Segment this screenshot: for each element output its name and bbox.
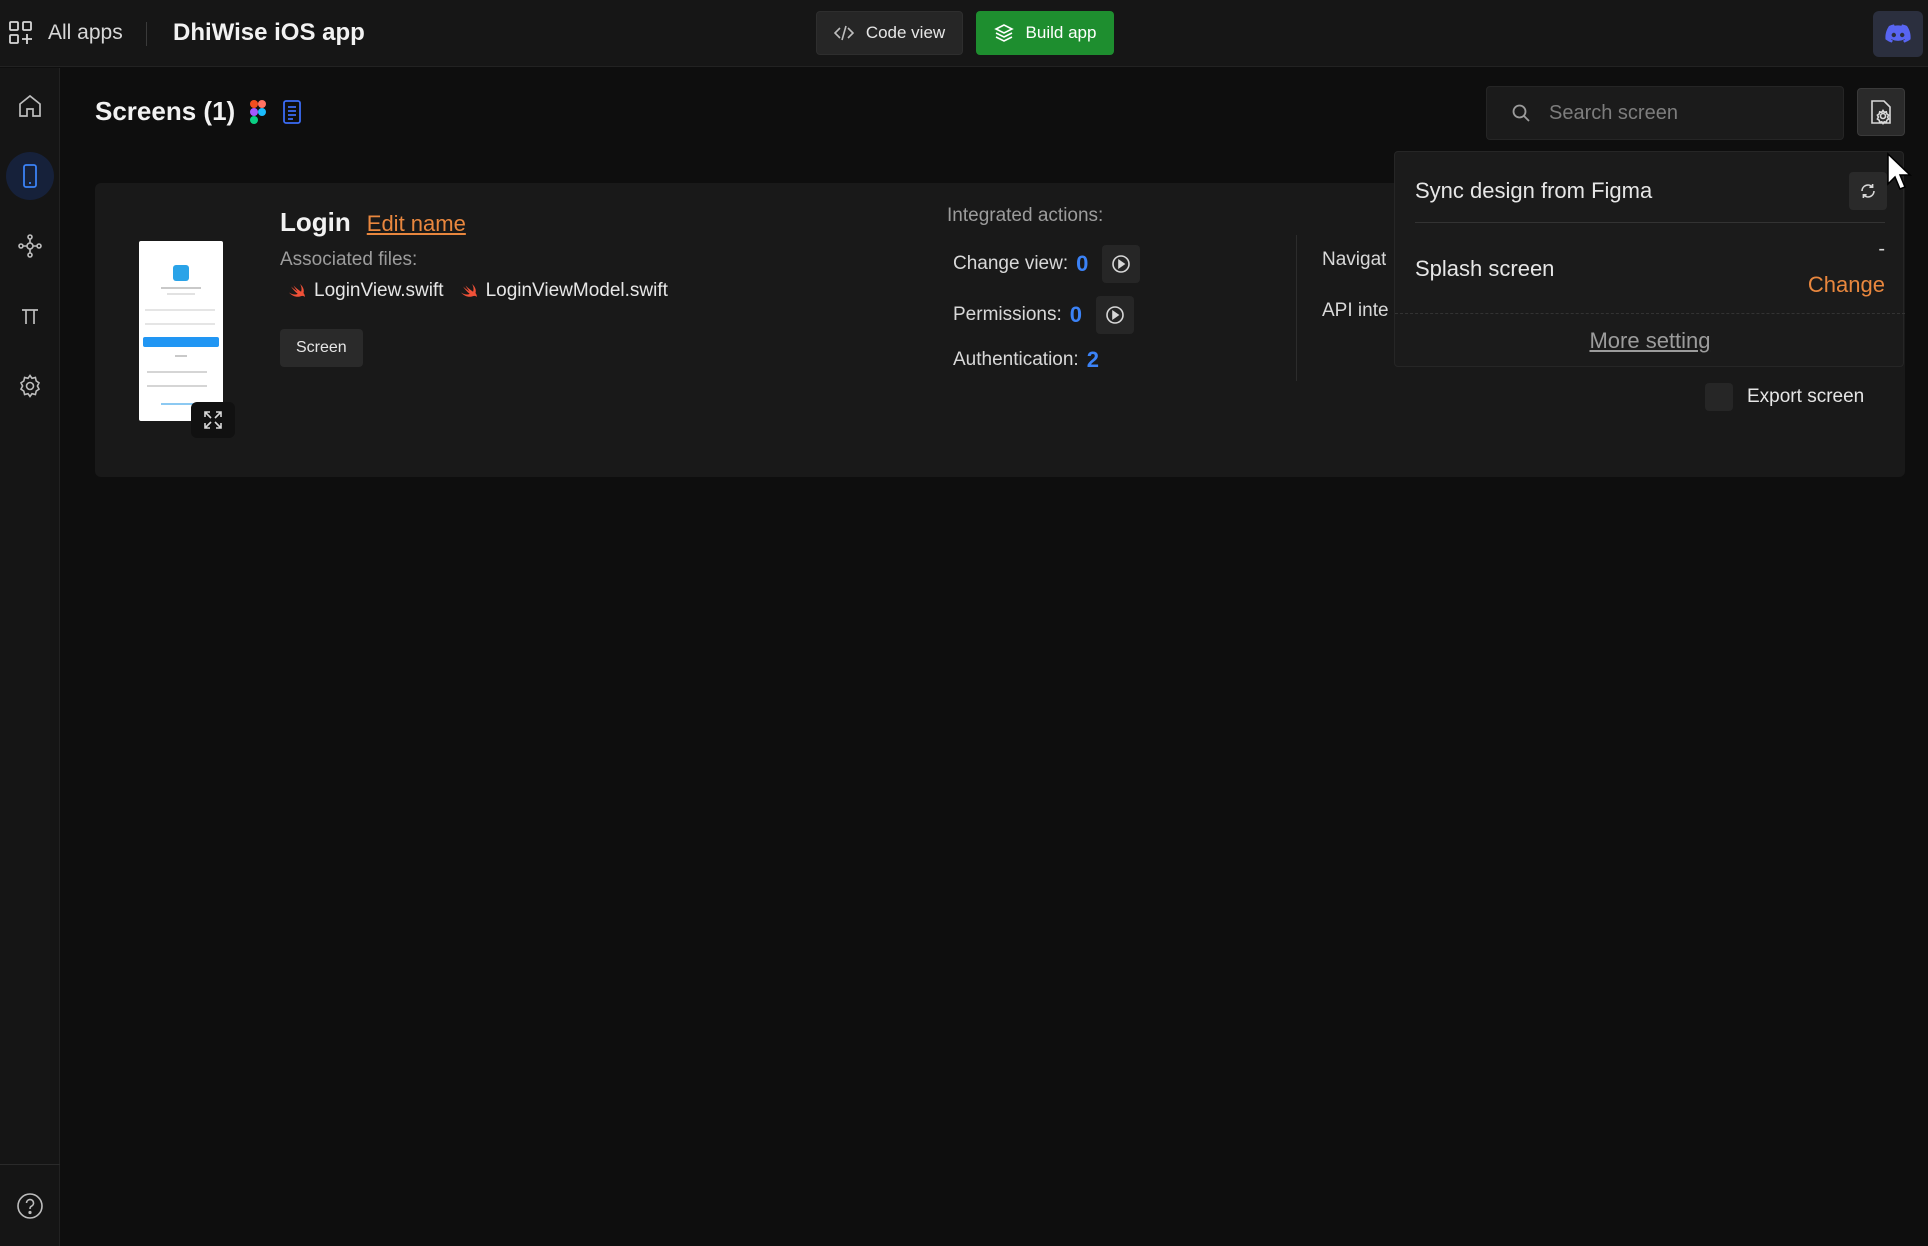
column-divider (1296, 235, 1297, 381)
sidebar-divider (0, 1164, 60, 1165)
associated-files: LoginView.swift LoginViewModel.swift (288, 280, 668, 302)
top-bar: All apps DhiWise iOS app Code view Build… (0, 0, 1928, 67)
home-icon (19, 94, 41, 117)
sidebar-item-integrations[interactable] (6, 222, 54, 270)
build-app-button[interactable]: Build app (976, 11, 1114, 55)
swift-icon (460, 284, 477, 297)
help-button[interactable] (6, 1182, 54, 1230)
screen-settings-button[interactable] (1857, 88, 1905, 136)
help-icon (17, 1193, 43, 1219)
sidebar (0, 68, 60, 1246)
action-count[interactable]: 2 (1087, 347, 1099, 373)
expand-icon (204, 411, 222, 429)
code-view-button[interactable]: Code view (816, 11, 963, 55)
discord-icon (1885, 24, 1911, 43)
thumbnail-line (175, 355, 187, 357)
screen-thumbnail[interactable] (139, 241, 223, 421)
action-count: 0 (1076, 251, 1089, 276)
action-change-view: Change view: 0 (953, 245, 1141, 283)
build-app-label: Build app (1025, 23, 1097, 42)
action-label: Permissions: (953, 304, 1062, 325)
export-screen-checkbox[interactable] (1705, 383, 1733, 411)
change-splash-link[interactable]: Change (1808, 272, 1885, 298)
layers-icon (993, 24, 1014, 42)
sync-figma-label[interactable]: Sync design from Figma (1415, 178, 1652, 204)
thumbnail-logo (173, 265, 189, 281)
edit-name-link[interactable]: Edit name (367, 211, 466, 237)
mouse-cursor-icon (1887, 152, 1912, 190)
apps-grid-icon (9, 21, 32, 44)
play-circle-icon (1106, 306, 1124, 324)
permissions-play-button[interactable] (1096, 296, 1134, 334)
sidebar-item-home[interactable] (6, 82, 54, 130)
code-icon (833, 25, 854, 41)
search-icon (1512, 104, 1530, 122)
all-apps-button[interactable]: All apps (8, 20, 123, 46)
page-settings-icon (1871, 100, 1891, 126)
settings-dropdown: Sync design from Figma Splash screen - C… (1394, 151, 1905, 367)
thumbnail-line (147, 385, 207, 387)
splash-screen-value: - (1878, 238, 1885, 260)
export-screen-row: Export screen (1705, 383, 1864, 411)
thumbnail-line (161, 287, 201, 289)
sync-figma-button[interactable] (1849, 172, 1887, 210)
sidebar-item-settings[interactable] (6, 362, 54, 410)
discord-button[interactable] (1873, 11, 1923, 57)
integrated-actions-label: Integrated actions: (947, 205, 1104, 226)
integration-icon (18, 234, 42, 258)
swift-icon (289, 284, 305, 297)
play-circle-icon (1112, 255, 1131, 273)
export-screen-label: Export screen (1747, 386, 1865, 407)
file-item[interactable]: LoginViewModel.swift (460, 280, 668, 302)
splash-screen-label: Splash screen (1415, 256, 1555, 281)
screen-name-row: Login Edit name (280, 207, 466, 238)
expand-preview-button[interactable] (191, 402, 235, 438)
search-box (1486, 86, 1844, 140)
constants-icon (22, 309, 38, 324)
dropdown-divider (1395, 313, 1905, 314)
thumbnail-line (145, 323, 215, 325)
code-view-label: Code view (865, 23, 946, 42)
refresh-icon (1861, 184, 1875, 198)
navigation-label: Navigat (1322, 249, 1387, 270)
thumbnail-button (143, 337, 219, 347)
api-integration-label: API inte (1322, 300, 1389, 321)
sidebar-item-screens[interactable] (6, 152, 54, 200)
action-count: 0 (1069, 302, 1082, 327)
action-authentication: Authentication: 2 (953, 347, 1099, 373)
associated-files-label: Associated files: (280, 249, 418, 270)
thumbnail-line (147, 371, 207, 373)
page-title: Screens (1) (95, 96, 236, 126)
divider (146, 22, 147, 46)
more-setting-link[interactable]: More setting (1395, 328, 1905, 354)
screen-type-tag: Screen (280, 329, 363, 367)
page-header: Screens (1) (95, 96, 303, 127)
all-apps-label: All apps (48, 21, 123, 44)
dropdown-divider (1415, 222, 1885, 223)
thumbnail-line (145, 309, 215, 311)
app-title: DhiWise iOS app (173, 19, 365, 46)
action-label: Change view: (953, 253, 1069, 274)
action-label: Authentication: (953, 349, 1079, 370)
screen-name: Login (280, 207, 351, 237)
figma-icon[interactable] (249, 99, 267, 125)
change-view-play-button[interactable] (1102, 245, 1141, 283)
thumbnail-line (167, 293, 195, 295)
search-input[interactable] (1549, 101, 1829, 125)
gear-icon (19, 374, 41, 398)
sidebar-item-constants[interactable] (6, 292, 54, 340)
action-permissions: Permissions: 0 (953, 296, 1134, 334)
file-name: LoginViewModel.swift (485, 280, 668, 301)
file-name: LoginView.swift (314, 280, 444, 301)
file-item[interactable]: LoginView.swift (288, 280, 444, 302)
mobile-icon (23, 164, 37, 188)
document-icon[interactable] (281, 99, 303, 125)
